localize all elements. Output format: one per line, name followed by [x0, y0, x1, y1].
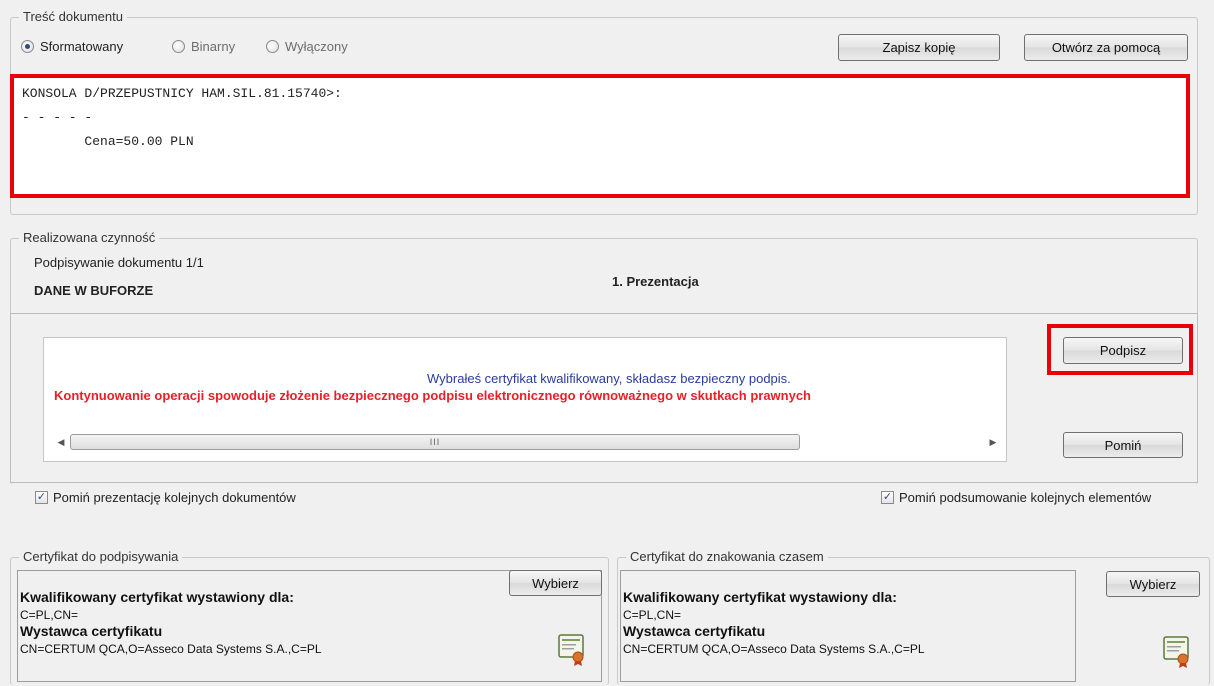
skip-presentation-checkbox[interactable]: ✓ Pomiń prezentację kolejnych dokumentów	[35, 490, 296, 505]
signing-cert-subject: C=PL,CN=	[20, 608, 79, 622]
signing-cert-legend: Certyfikat do podpisywania	[19, 549, 183, 564]
skip-summary-label: Pomiń podsumowanie kolejnych elementów	[899, 490, 1152, 505]
timestamp-cert-subject: C=PL,CN=	[623, 608, 682, 622]
signing-cert-title: Kwalifikowany certyfikat wystawiony dla:	[20, 589, 294, 605]
radio-binary[interactable]: Binarny	[172, 39, 235, 54]
scroll-thumb-grip: III	[429, 437, 441, 447]
radio-binary-dot[interactable]	[172, 40, 185, 53]
skip-presentation-check-icon[interactable]: ✓	[35, 491, 48, 504]
scroll-thumb[interactable]: III	[70, 434, 800, 450]
timestamp-choose-button[interactable]: Wybierz	[1106, 571, 1200, 597]
timestamp-issuer: CN=CERTUM QCA,O=Asseco Data Systems S.A.…	[623, 642, 925, 656]
skip-summary-check-icon[interactable]: ✓	[881, 491, 894, 504]
step-label: 1. Prezentacja	[612, 274, 699, 289]
radio-binary-label: Binarny	[191, 39, 236, 54]
skip-button[interactable]: Pomiń	[1063, 432, 1183, 458]
scroll-right-icon[interactable]: ▶	[984, 433, 1002, 451]
radio-disabled-label: Wyłączony	[285, 39, 348, 54]
certificate-icon	[1163, 636, 1189, 668]
document-text-area[interactable]: KONSOLA D/PRZEPUSTNICY HAM.SIL.81.15740>…	[10, 74, 1190, 198]
signing-issuer-title: Wystawca certyfikatu	[20, 623, 163, 639]
document-line-1: KONSOLA D/PRZEPUSTNICY HAM.SIL.81.15740>…	[22, 86, 342, 101]
radio-formatted[interactable]: Sformatowany	[21, 39, 123, 54]
document-line-2: - - - - -	[22, 110, 93, 125]
radio-formatted-label: Sformatowany	[40, 39, 124, 54]
timestamp-cert-box: Kwalifikowany certyfikat wystawiony dla:…	[620, 570, 1076, 682]
sign-button[interactable]: Podpisz	[1063, 337, 1183, 364]
skip-presentation-label: Pomiń prezentację kolejnych dokumentów	[53, 490, 296, 505]
open-with-button[interactable]: Otwórz za pomocą	[1024, 34, 1188, 61]
buffer-label: DANE W BUFORZE	[34, 283, 154, 298]
certificate-icon	[558, 634, 584, 666]
signing-issuer: CN=CERTUM QCA,O=Asseco Data Systems S.A.…	[20, 642, 322, 656]
activity-legend: Realizowana czynność	[19, 230, 160, 245]
info-line: Wybrałeś certyfikat kwalifikowany, skład…	[427, 371, 791, 386]
signing-choose-button[interactable]: Wybierz	[509, 570, 602, 596]
scroll-left-icon[interactable]: ◀	[52, 433, 70, 451]
timestamp-cert-legend: Certyfikat do znakowania czasem	[626, 549, 828, 564]
scroll-track[interactable]: III	[70, 433, 984, 451]
radio-formatted-dot[interactable]	[21, 40, 34, 53]
progress-label: Podpisywanie dokumentu 1/1	[34, 255, 204, 270]
skip-summary-checkbox[interactable]: ✓ Pomiń podsumowanie kolejnych elementów	[881, 490, 1151, 505]
save-copy-button[interactable]: Zapisz kopię	[838, 34, 1000, 61]
radio-disabled[interactable]: Wyłączony	[266, 39, 348, 54]
timestamp-issuer-title: Wystawca certyfikatu	[623, 623, 766, 639]
radio-disabled-dot[interactable]	[266, 40, 279, 53]
document-line-3: Cena=50.00 PLN	[22, 134, 194, 149]
document-content-legend: Treść dokumentu	[19, 9, 127, 24]
document-text: KONSOLA D/PRZEPUSTNICY HAM.SIL.81.15740>…	[14, 78, 1186, 158]
horizontal-scrollbar[interactable]: ◀ III ▶	[52, 432, 1002, 452]
timestamp-cert-title: Kwalifikowany certyfikat wystawiony dla:	[623, 589, 897, 605]
warning-line: Kontynuowanie operacji spowoduje złożeni…	[54, 388, 811, 403]
